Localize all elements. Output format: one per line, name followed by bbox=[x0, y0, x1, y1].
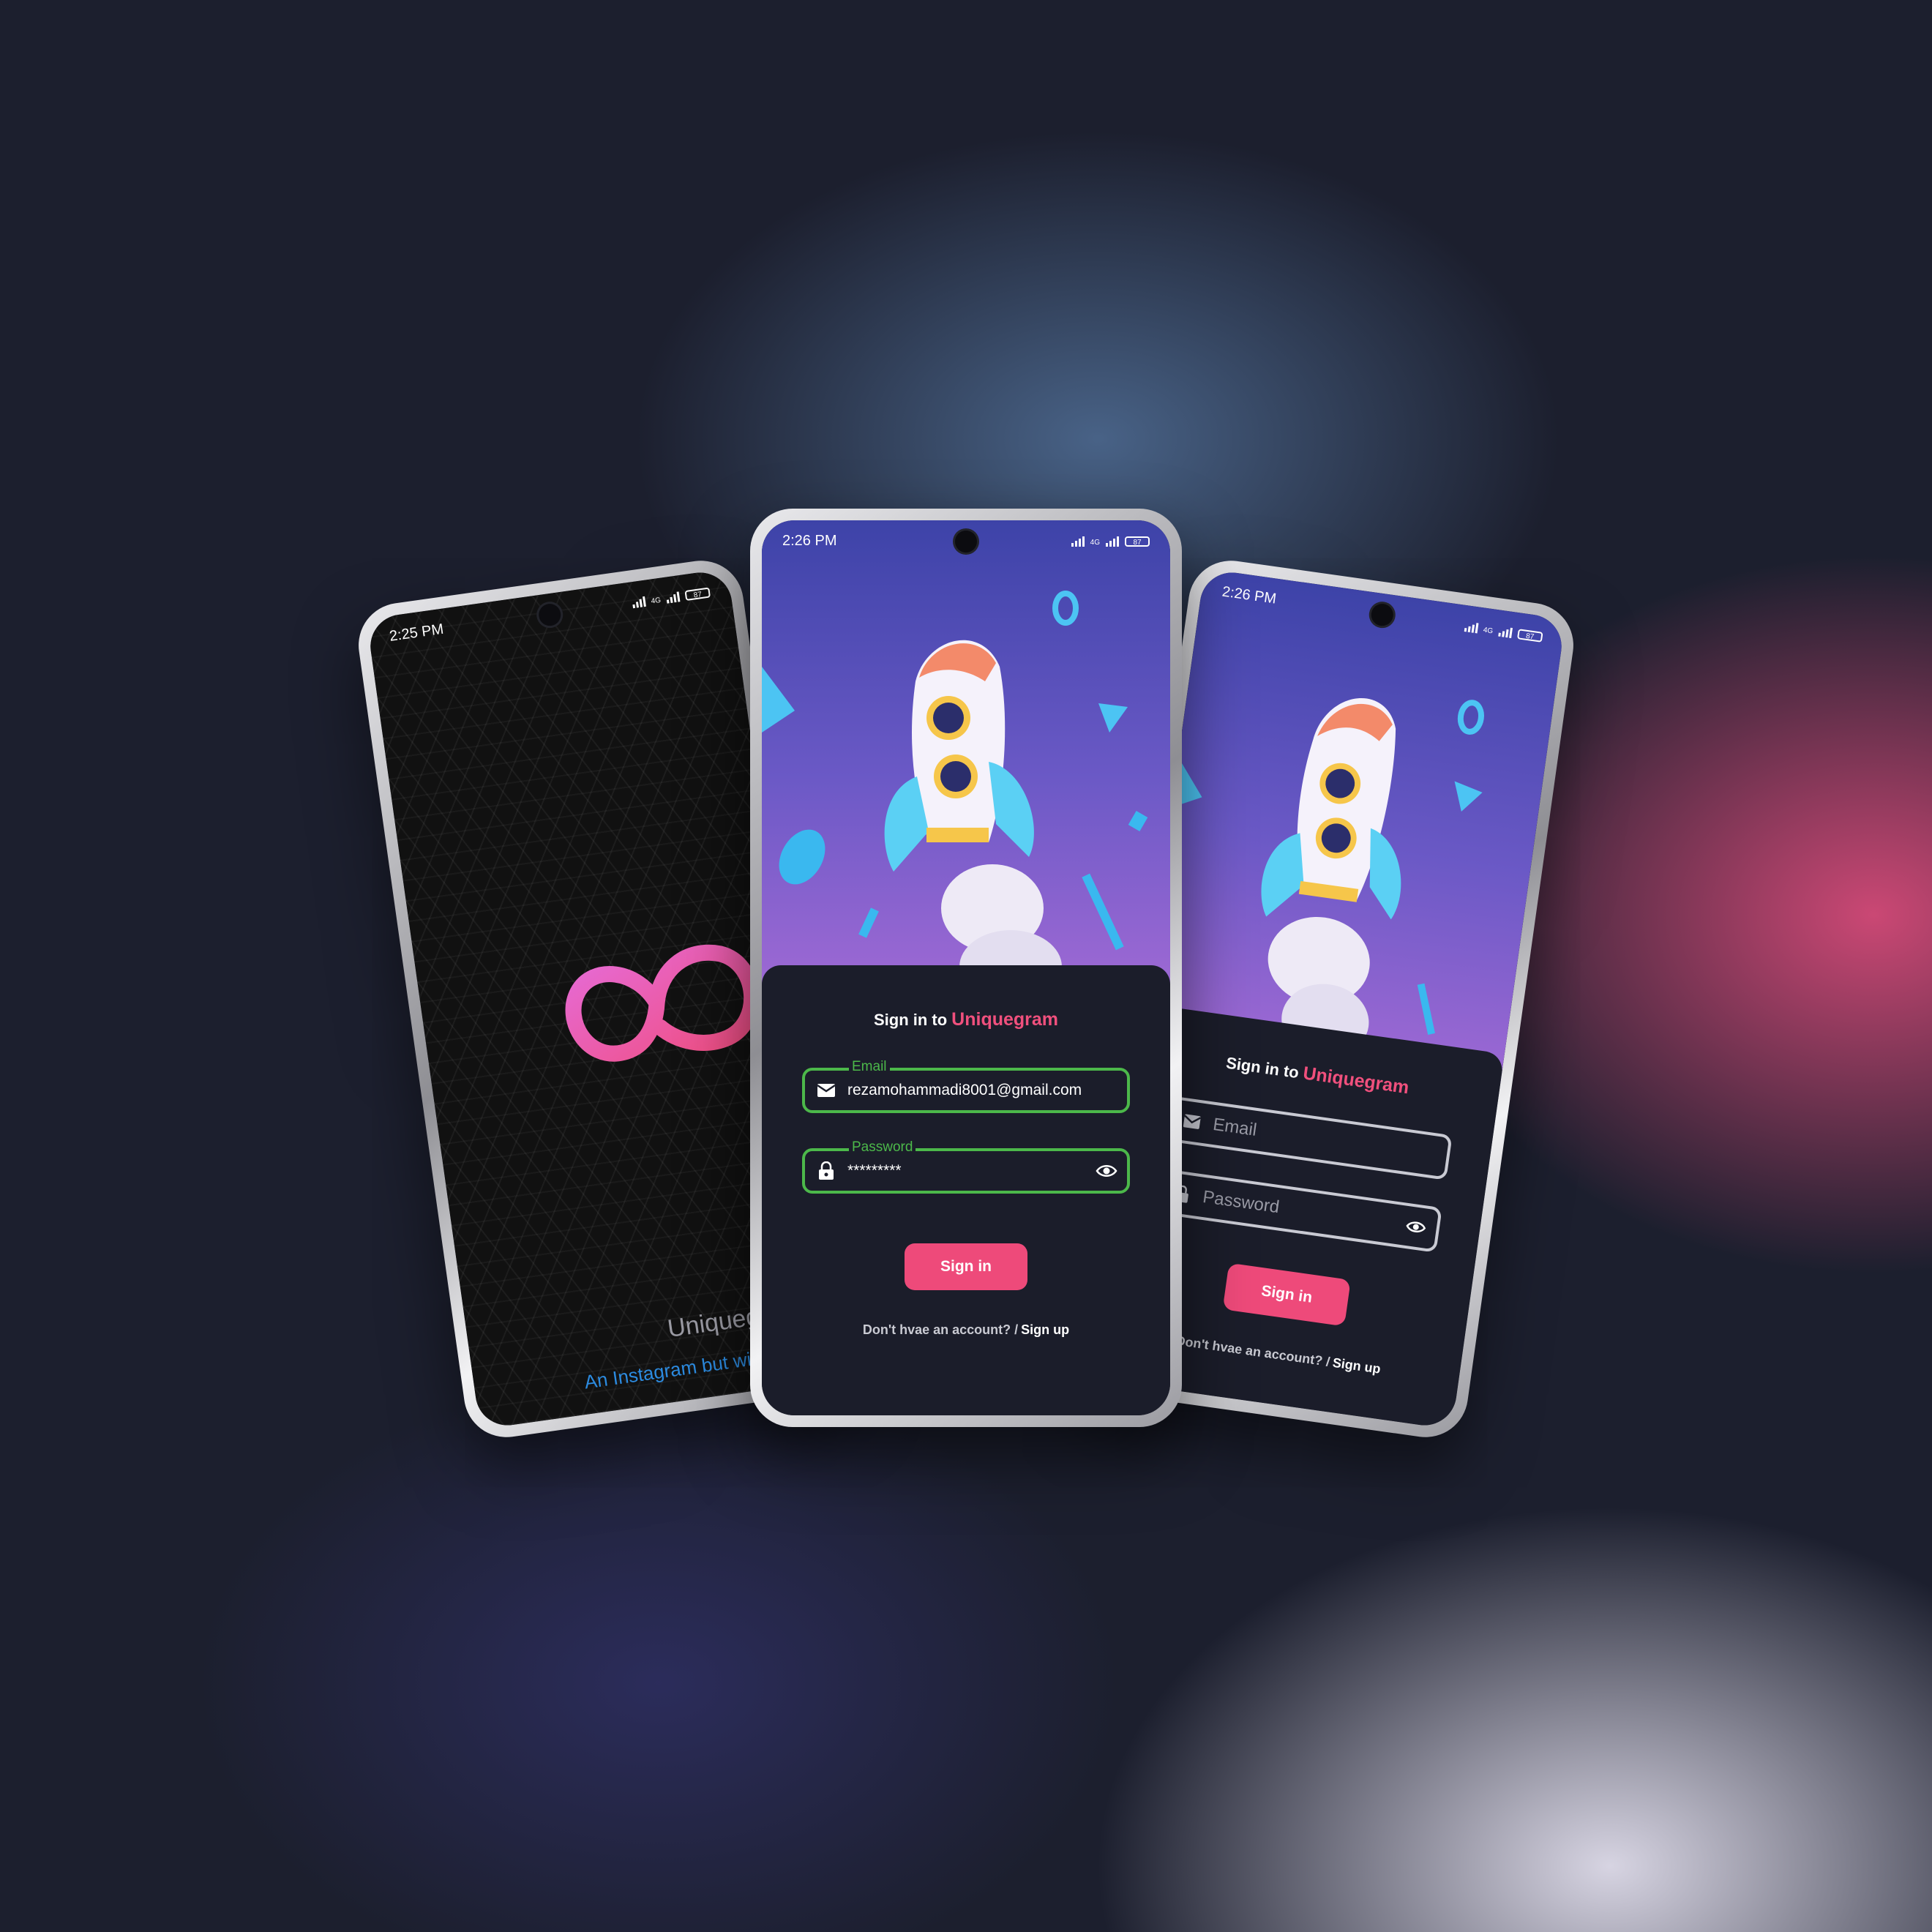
status-time: 2:26 PM bbox=[782, 532, 837, 549]
battery-icon: 87 bbox=[684, 587, 711, 602]
brand-name: Uniquegram bbox=[951, 1009, 1059, 1030]
signin-prefix: Sign in to bbox=[873, 1011, 948, 1029]
email-field[interactable]: Email bbox=[1164, 1096, 1453, 1180]
rocket-hero bbox=[762, 520, 1170, 989]
password-field[interactable]: Password ********* bbox=[802, 1139, 1130, 1194]
signin-screen: 2:26 PM 4G 87 Sign in to Uniquegram Email… bbox=[762, 520, 1170, 1415]
password-field[interactable]: Password bbox=[1154, 1168, 1442, 1253]
status-time: 2:25 PM bbox=[388, 621, 445, 645]
sign-in-button[interactable]: Sign in bbox=[1222, 1262, 1351, 1327]
signup-text: Don't hvae an account? / bbox=[1175, 1333, 1331, 1370]
signal-icon bbox=[1464, 620, 1479, 634]
sign-in-button[interactable]: Sign in bbox=[905, 1243, 1027, 1290]
signal-icon bbox=[1071, 535, 1085, 547]
signin-title: Sign in toUniquegram bbox=[762, 1009, 1170, 1030]
mail-icon bbox=[805, 1083, 847, 1098]
signin-prefix: Sign in to bbox=[1224, 1053, 1300, 1082]
email-value: rezamohammadi8001@gmail.com bbox=[847, 1082, 1082, 1098]
battery-icon: 87 bbox=[1125, 536, 1150, 547]
signal-icon bbox=[1498, 625, 1513, 639]
password-placeholder: Password bbox=[1201, 1186, 1281, 1218]
email-field[interactable]: Email rezamohammadi8001@gmail.com bbox=[802, 1059, 1130, 1113]
signal-icon bbox=[665, 590, 681, 604]
front-camera bbox=[955, 531, 977, 553]
phone-signin-filled: 2:26 PM 4G 87 Sign in to Uniquegram Email… bbox=[750, 509, 1182, 1427]
signup-prompt: Don't hvae an account? /Sign up bbox=[762, 1322, 1170, 1338]
sign-up-link[interactable]: Sign up bbox=[1332, 1355, 1382, 1377]
signup-text: Don't hvae an account? / bbox=[862, 1322, 1019, 1337]
password-value: ********* bbox=[847, 1162, 902, 1179]
signal-icon bbox=[632, 595, 646, 609]
rocket-illustration-icon bbox=[762, 591, 1148, 989]
status-time: 2:26 PM bbox=[1221, 583, 1278, 607]
email-placeholder: Email bbox=[1211, 1114, 1258, 1140]
status-icons: 4G 87 bbox=[1071, 535, 1150, 547]
sign-up-link[interactable]: Sign up bbox=[1021, 1322, 1069, 1337]
email-label: Email bbox=[849, 1059, 890, 1075]
battery-icon: 87 bbox=[1516, 629, 1543, 643]
status-icons: 4G 87 bbox=[632, 585, 711, 609]
signal-icon bbox=[1106, 535, 1119, 547]
status-icons: 4G 87 bbox=[1464, 620, 1543, 643]
eye-icon[interactable] bbox=[1086, 1164, 1127, 1178]
brand-name: Uniquegram bbox=[1301, 1063, 1411, 1098]
network-type: 4G bbox=[1090, 539, 1100, 547]
network-type: 4G bbox=[650, 596, 662, 606]
network-type: 4G bbox=[1483, 626, 1494, 636]
signin-panel: Sign in to Uniquegram Email rezamohammadi… bbox=[762, 965, 1170, 1415]
password-label: Password bbox=[849, 1139, 916, 1156]
lock-icon bbox=[805, 1161, 847, 1180]
eye-icon[interactable] bbox=[1395, 1218, 1437, 1237]
